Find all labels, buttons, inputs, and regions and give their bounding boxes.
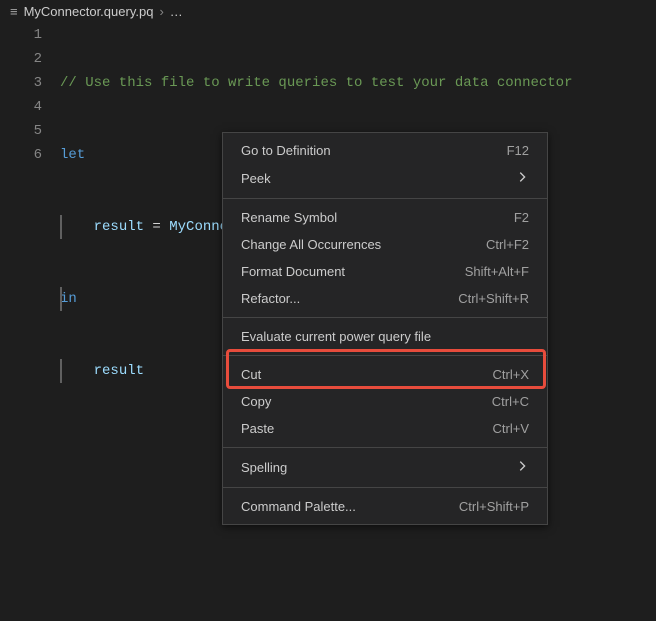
keyword-token: in [60, 291, 77, 307]
menu-item[interactable]: Spelling [223, 453, 547, 482]
menu-item-label: Paste [241, 421, 274, 436]
chevron-right-icon [515, 459, 529, 476]
menu-item-label: Go to Definition [241, 143, 331, 158]
line-number: 5 [0, 119, 42, 143]
breadcrumb[interactable]: ≡ MyConnector.query.pq › … [0, 0, 656, 23]
menu-item[interactable]: Format Document Shift+Alt+F [223, 258, 547, 285]
menu-item[interactable]: Peek [223, 164, 547, 193]
menu-separator [223, 317, 547, 318]
context-menu[interactable]: Go to Definition F12 Peek Rename Symbol F2 Ch… [222, 132, 548, 525]
menu-separator [223, 198, 547, 199]
line-gutter: 1 2 3 4 5 6 [0, 23, 60, 503]
chevron-right-icon [515, 170, 529, 187]
line-number: 2 [0, 47, 42, 71]
identifier-token: result [94, 363, 144, 379]
line-number: 6 [0, 143, 42, 167]
line-number: 1 [0, 23, 42, 47]
menu-item[interactable]: Rename Symbol F2 [223, 204, 547, 231]
menu-item-label: Rename Symbol [241, 210, 337, 225]
menu-item-label: Refactor... [241, 291, 300, 306]
keyword-token: let [60, 147, 85, 163]
menu-separator [223, 487, 547, 488]
menu-item[interactable]: Evaluate current power query file [223, 323, 547, 350]
menu-item[interactable]: Go to Definition F12 [223, 137, 547, 164]
line-number: 4 [0, 95, 42, 119]
menu-item-label: Peek [241, 171, 271, 186]
operator-token: = [144, 219, 169, 235]
menu-item-shortcut: Ctrl+C [492, 394, 529, 409]
menu-item[interactable]: Refactor... Ctrl+Shift+R [223, 285, 547, 312]
menu-item-label: Cut [241, 367, 261, 382]
menu-item-shortcut: Ctrl+V [493, 421, 529, 436]
code-line[interactable]: // Use this file to write queries to tes… [60, 71, 656, 95]
menu-item-label: Change All Occurrences [241, 237, 381, 252]
identifier-token: result [94, 219, 144, 235]
menu-item-label: Copy [241, 394, 271, 409]
menu-item[interactable]: Copy Ctrl+C [223, 388, 547, 415]
menu-item-label: Command Palette... [241, 499, 356, 514]
comment-token: // Use this file to write queries to tes… [60, 75, 572, 91]
menu-separator [223, 355, 547, 356]
menu-item-label: Format Document [241, 264, 345, 279]
menu-item[interactable]: Cut Ctrl+X [223, 361, 547, 388]
menu-item-shortcut: Ctrl+Shift+P [459, 499, 529, 514]
breadcrumb-ellipsis[interactable]: … [170, 4, 183, 19]
menu-item[interactable]: Change All Occurrences Ctrl+F2 [223, 231, 547, 258]
menu-item-shortcut: Ctrl+F2 [486, 237, 529, 252]
menu-item[interactable]: Command Palette... Ctrl+Shift+P [223, 493, 547, 520]
menu-item-shortcut: Shift+Alt+F [465, 264, 529, 279]
menu-item-shortcut: Ctrl+X [493, 367, 529, 382]
chevron-right-icon: › [159, 4, 163, 19]
menu-item-shortcut: Ctrl+Shift+R [458, 291, 529, 306]
breadcrumb-filename[interactable]: MyConnector.query.pq [24, 4, 154, 19]
line-number: 3 [0, 71, 42, 95]
menu-item-shortcut: F12 [507, 143, 529, 158]
file-icon: ≡ [10, 4, 18, 19]
menu-separator [223, 447, 547, 448]
menu-item-shortcut: F2 [514, 210, 529, 225]
menu-item-label: Evaluate current power query file [241, 329, 431, 344]
menu-item[interactable]: Paste Ctrl+V [223, 415, 547, 442]
menu-item-label: Spelling [241, 460, 287, 475]
